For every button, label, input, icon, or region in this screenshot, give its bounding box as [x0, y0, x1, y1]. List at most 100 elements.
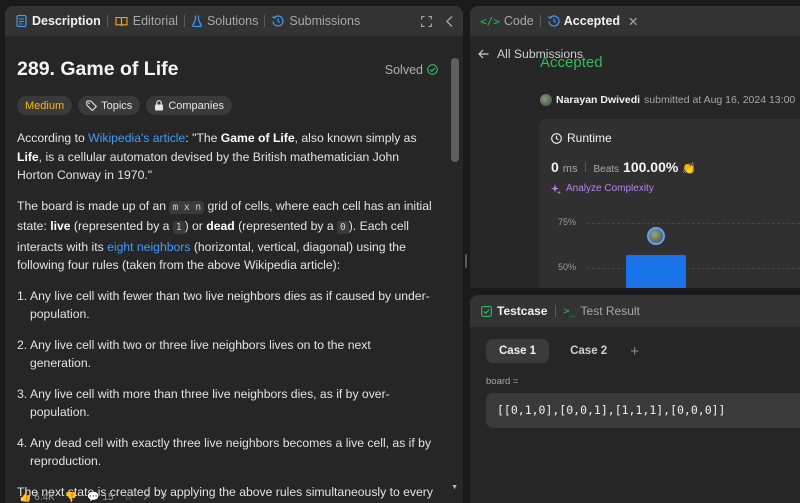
problem-tags: Medium Topics Companies	[17, 96, 435, 115]
rules-list: 1. Any live cell with fewer than two live…	[17, 287, 435, 471]
avatar[interactable]	[540, 94, 552, 106]
clock-icon	[551, 132, 562, 144]
tab-accepted[interactable]: Accepted ✕	[547, 14, 639, 29]
case-1-button[interactable]: Case 1	[486, 339, 550, 363]
board-text: The board is made up of an	[17, 198, 170, 213]
history-icon	[547, 15, 560, 27]
chevron-left-icon[interactable]	[446, 15, 453, 27]
tab-code[interactable]: </> Code	[480, 14, 534, 28]
submitter-name[interactable]: Narayan Dwivedi	[556, 94, 640, 106]
user-position-avatar[interactable]	[647, 227, 665, 245]
eight-neighbors-link[interactable]: eight neighbors	[107, 240, 190, 254]
case-2-button[interactable]: Case 2	[557, 339, 620, 363]
board-text: ) or	[184, 219, 207, 233]
tab-submissions[interactable]: Submissions	[272, 14, 360, 28]
tab-test-result[interactable]: >_ Test Result	[563, 304, 639, 318]
tab-testcase[interactable]: Testcase	[481, 304, 547, 318]
chart-bar[interactable]	[626, 255, 686, 288]
input-variable-label: board =	[486, 376, 519, 387]
book-icon	[115, 16, 128, 27]
rule-item: 3. Any live cell with more than three liv…	[17, 385, 435, 422]
tab-editorial-label: Editorial	[132, 14, 178, 28]
difficulty-badge[interactable]: Medium	[17, 96, 73, 115]
analyze-label: Analyze Complexity	[566, 183, 654, 194]
star-icon[interactable]: ☆	[124, 492, 133, 503]
runtime-values: 0 ms Beats 100.00% 👏	[551, 159, 800, 175]
flask-icon	[192, 15, 202, 27]
wikipedia-link[interactable]: Wikipedia's article	[88, 131, 185, 145]
submission-meta: Narayan Dwivedi submitted at Aug 16, 202…	[540, 94, 795, 106]
like-count-label: 6.4K	[34, 492, 55, 503]
submission-status: Accepted	[540, 54, 603, 71]
rule-text: Any live cell with fewer than two live n…	[30, 288, 430, 322]
help-icon[interactable]: ?	[161, 492, 167, 503]
inline-code: m x n	[169, 200, 205, 214]
rule-number: 3.	[17, 386, 28, 401]
comment-count[interactable]: 💬 15	[87, 492, 113, 503]
terminal-icon: >_	[563, 305, 576, 317]
problem-title: 289. Game of Life	[17, 58, 179, 80]
intro-text: : "The	[185, 131, 221, 145]
tab-test-result-label: Test Result	[580, 304, 640, 318]
analyze-complexity-button[interactable]: Analyze Complexity	[551, 183, 800, 194]
tab-description[interactable]: Description	[16, 14, 101, 28]
gridline	[587, 268, 800, 269]
tab-submissions-label: Submissions	[289, 14, 361, 28]
lock-icon	[154, 100, 164, 111]
board-text: (represented by a	[234, 219, 337, 233]
left-tab-actions	[421, 15, 463, 27]
testcase-panel: Testcase >_ Test Result Case 1 Case 2 + …	[470, 295, 800, 503]
share-icon[interactable]: ↗	[143, 492, 151, 503]
topics-chip[interactable]: Topics	[78, 96, 141, 115]
runtime-header: Runtime	[551, 131, 800, 145]
case-selector: Case 1 Case 2 +	[486, 339, 800, 363]
rule-item: 2. Any live cell with two or three live n…	[17, 336, 435, 373]
stat-divider	[585, 162, 587, 172]
comment-count-label: 15	[102, 492, 114, 503]
like-count[interactable]: 👍 6.4K	[19, 492, 55, 503]
rule-item: 1. Any live cell with fewer than two live…	[17, 287, 435, 324]
expand-icon[interactable]	[421, 15, 432, 27]
rule-item: 4. Any dead cell with exactly three live …	[17, 434, 435, 471]
add-case-icon[interactable]: +	[630, 343, 639, 360]
problem-description: 289. Game of Life Solved Medium Topics C…	[5, 36, 447, 503]
board-input-field[interactable]: [[0,1,0],[0,0,1],[1,1,1],[0,0,0]]	[486, 393, 800, 428]
tab-description-label: Description	[32, 14, 101, 28]
rule-number: 2.	[17, 337, 28, 352]
code-icon: </>	[480, 14, 500, 28]
gridline	[587, 223, 800, 224]
companies-chip[interactable]: Companies	[146, 96, 232, 115]
scrollbar-thumb[interactable]	[451, 58, 459, 162]
rule-number: 4.	[17, 435, 28, 450]
companies-label: Companies	[168, 99, 224, 112]
tab-divider	[264, 15, 266, 27]
document-icon	[16, 15, 27, 27]
runtime-value: 0	[551, 159, 559, 175]
checkbox-icon	[481, 305, 492, 317]
description-body: According to Wikipedia's article: "The G…	[17, 129, 435, 503]
intro-text: , is a cellular automaton devised by the…	[17, 149, 400, 183]
close-icon[interactable]: ✕	[628, 14, 638, 29]
board-bold: live	[50, 219, 71, 233]
intro-paragraph: According to Wikipedia's article: "The G…	[17, 129, 435, 185]
runtime-distribution-chart: 75% 50%	[555, 215, 800, 288]
intro-text: According to	[17, 131, 89, 145]
tab-divider	[183, 15, 185, 27]
problem-header: 289. Game of Life Solved	[17, 58, 438, 81]
panel-resize-handle[interactable]	[465, 254, 467, 268]
beats-value: 100.00%	[623, 159, 679, 175]
tab-editorial[interactable]: Editorial	[115, 14, 178, 28]
rule-text: Any dead cell with exactly three live ne…	[30, 435, 432, 469]
clap-icon: 👏	[682, 163, 697, 175]
submitted-at: submitted at Aug 16, 2024 13:00	[644, 94, 796, 106]
sparkle-icon	[551, 184, 561, 194]
intro-bold: Life	[17, 149, 39, 164]
description-panel: Description Editorial Solutions Submissi…	[5, 6, 463, 503]
topics-label: Topics	[101, 99, 133, 112]
y-tick-label: 75%	[558, 217, 577, 227]
tab-accepted-label: Accepted	[563, 14, 621, 28]
dislike-icon[interactable]: 👎	[65, 492, 77, 503]
tab-solutions[interactable]: Solutions	[192, 14, 258, 28]
scroll-down-icon[interactable]: ▼	[451, 484, 458, 491]
runtime-label: Runtime	[567, 131, 612, 145]
